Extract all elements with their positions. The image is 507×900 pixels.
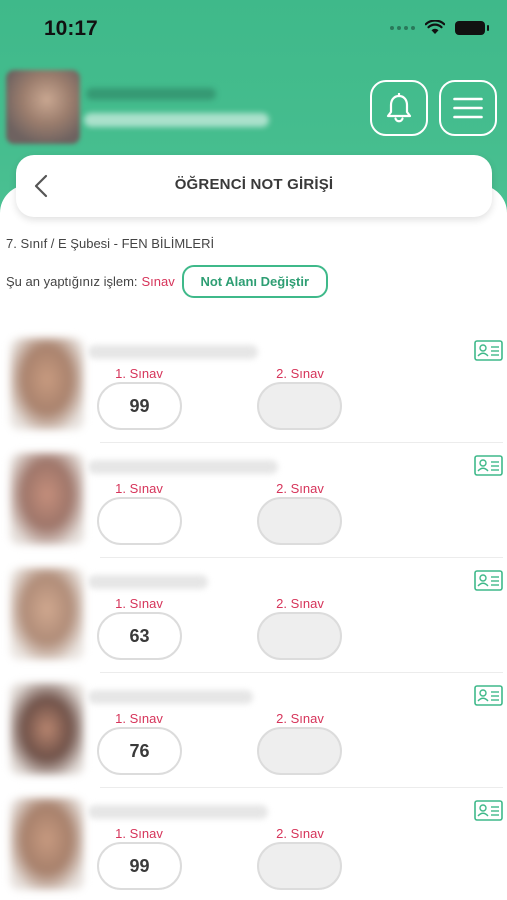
exam2-score-input[interactable] [257,842,342,890]
student-photo [10,683,84,775]
student-row: 1. Sınav 2. Sınav 99 [0,788,507,900]
id-card-icon[interactable] [474,340,503,361]
student-row: 1. Sınav 2. Sınav 76 [0,673,507,788]
page-title: ÖĞRENCİ NOT GİRİŞİ [174,176,334,193]
exam1-score-input[interactable]: 99 [97,842,182,890]
student-name-blurred [88,805,268,819]
exam1-label: 1. Sınav [115,711,163,726]
exam1-score-input[interactable]: 76 [97,727,182,775]
student-name-blurred [88,575,208,589]
exam1-label: 1. Sınav [115,826,163,841]
student-row: 1. Sınav 2. Sınav 63 [0,558,507,673]
operation-value: Sınav [141,274,175,289]
exam1-score-input[interactable]: 99 [97,382,182,430]
exam1-label: 1. Sınav [115,596,163,611]
class-info: 7. Sınıf / E Şubesi - FEN BİLİMLERİ [6,236,215,251]
student-photo [10,453,84,545]
profile-school-blurred [84,113,269,127]
student-row: 1. Sınav 2. Sınav [0,443,507,558]
exam2-score-input[interactable] [257,497,342,545]
student-name-blurred [88,345,258,359]
exam2-label: 2. Sınav [276,481,324,496]
exam2-label: 2. Sınav [276,826,324,841]
student-photo [10,338,84,430]
exam1-score-input[interactable] [97,497,182,545]
bell-icon [386,93,412,123]
student-photo [10,568,84,660]
id-card-icon[interactable] [474,570,503,591]
exam1-label: 1. Sınav [115,481,163,496]
exam2-score-input[interactable] [257,612,342,660]
exam1-label: 1. Sınav [115,366,163,381]
menu-button[interactable] [439,80,497,136]
profile-avatar[interactable] [6,70,80,144]
status-bar: 10:17 [0,0,507,60]
exam2-label: 2. Sınav [276,711,324,726]
status-time: 10:17 [44,17,98,40]
notifications-button[interactable] [370,80,428,136]
id-card-icon[interactable] [474,455,503,476]
student-name-blurred [88,460,278,474]
status-icons [390,20,489,35]
exam2-label: 2. Sınav [276,596,324,611]
menu-icon [453,97,483,119]
exam2-label: 2. Sınav [276,366,324,381]
student-name-blurred [88,690,253,704]
profile-name-blurred [86,88,216,100]
id-card-icon[interactable] [474,800,503,821]
student-photo [10,798,84,890]
operation-row: Şu an yaptığınız işlem: Sınav Not Alanı … [6,265,328,298]
student-row: 1. Sınav 2. Sınav 99 [0,328,507,443]
wifi-icon [425,20,445,34]
change-grade-field-button[interactable]: Not Alanı Değiştir [181,265,328,298]
exam2-score-input[interactable] [257,727,342,775]
id-card-icon[interactable] [474,685,503,706]
exam1-score-input[interactable]: 63 [97,612,182,660]
exam2-score-input[interactable] [257,382,342,430]
signal-dots-icon [390,25,415,30]
operation-label: Şu an yaptığınız işlem: [6,274,138,289]
battery-icon [455,20,489,35]
student-list: 1. Sınav 2. Sınav 99 1. Sınav 2. Sınav 1… [0,328,507,900]
title-bar: ÖĞRENCİ NOT GİRİŞİ [16,155,492,217]
